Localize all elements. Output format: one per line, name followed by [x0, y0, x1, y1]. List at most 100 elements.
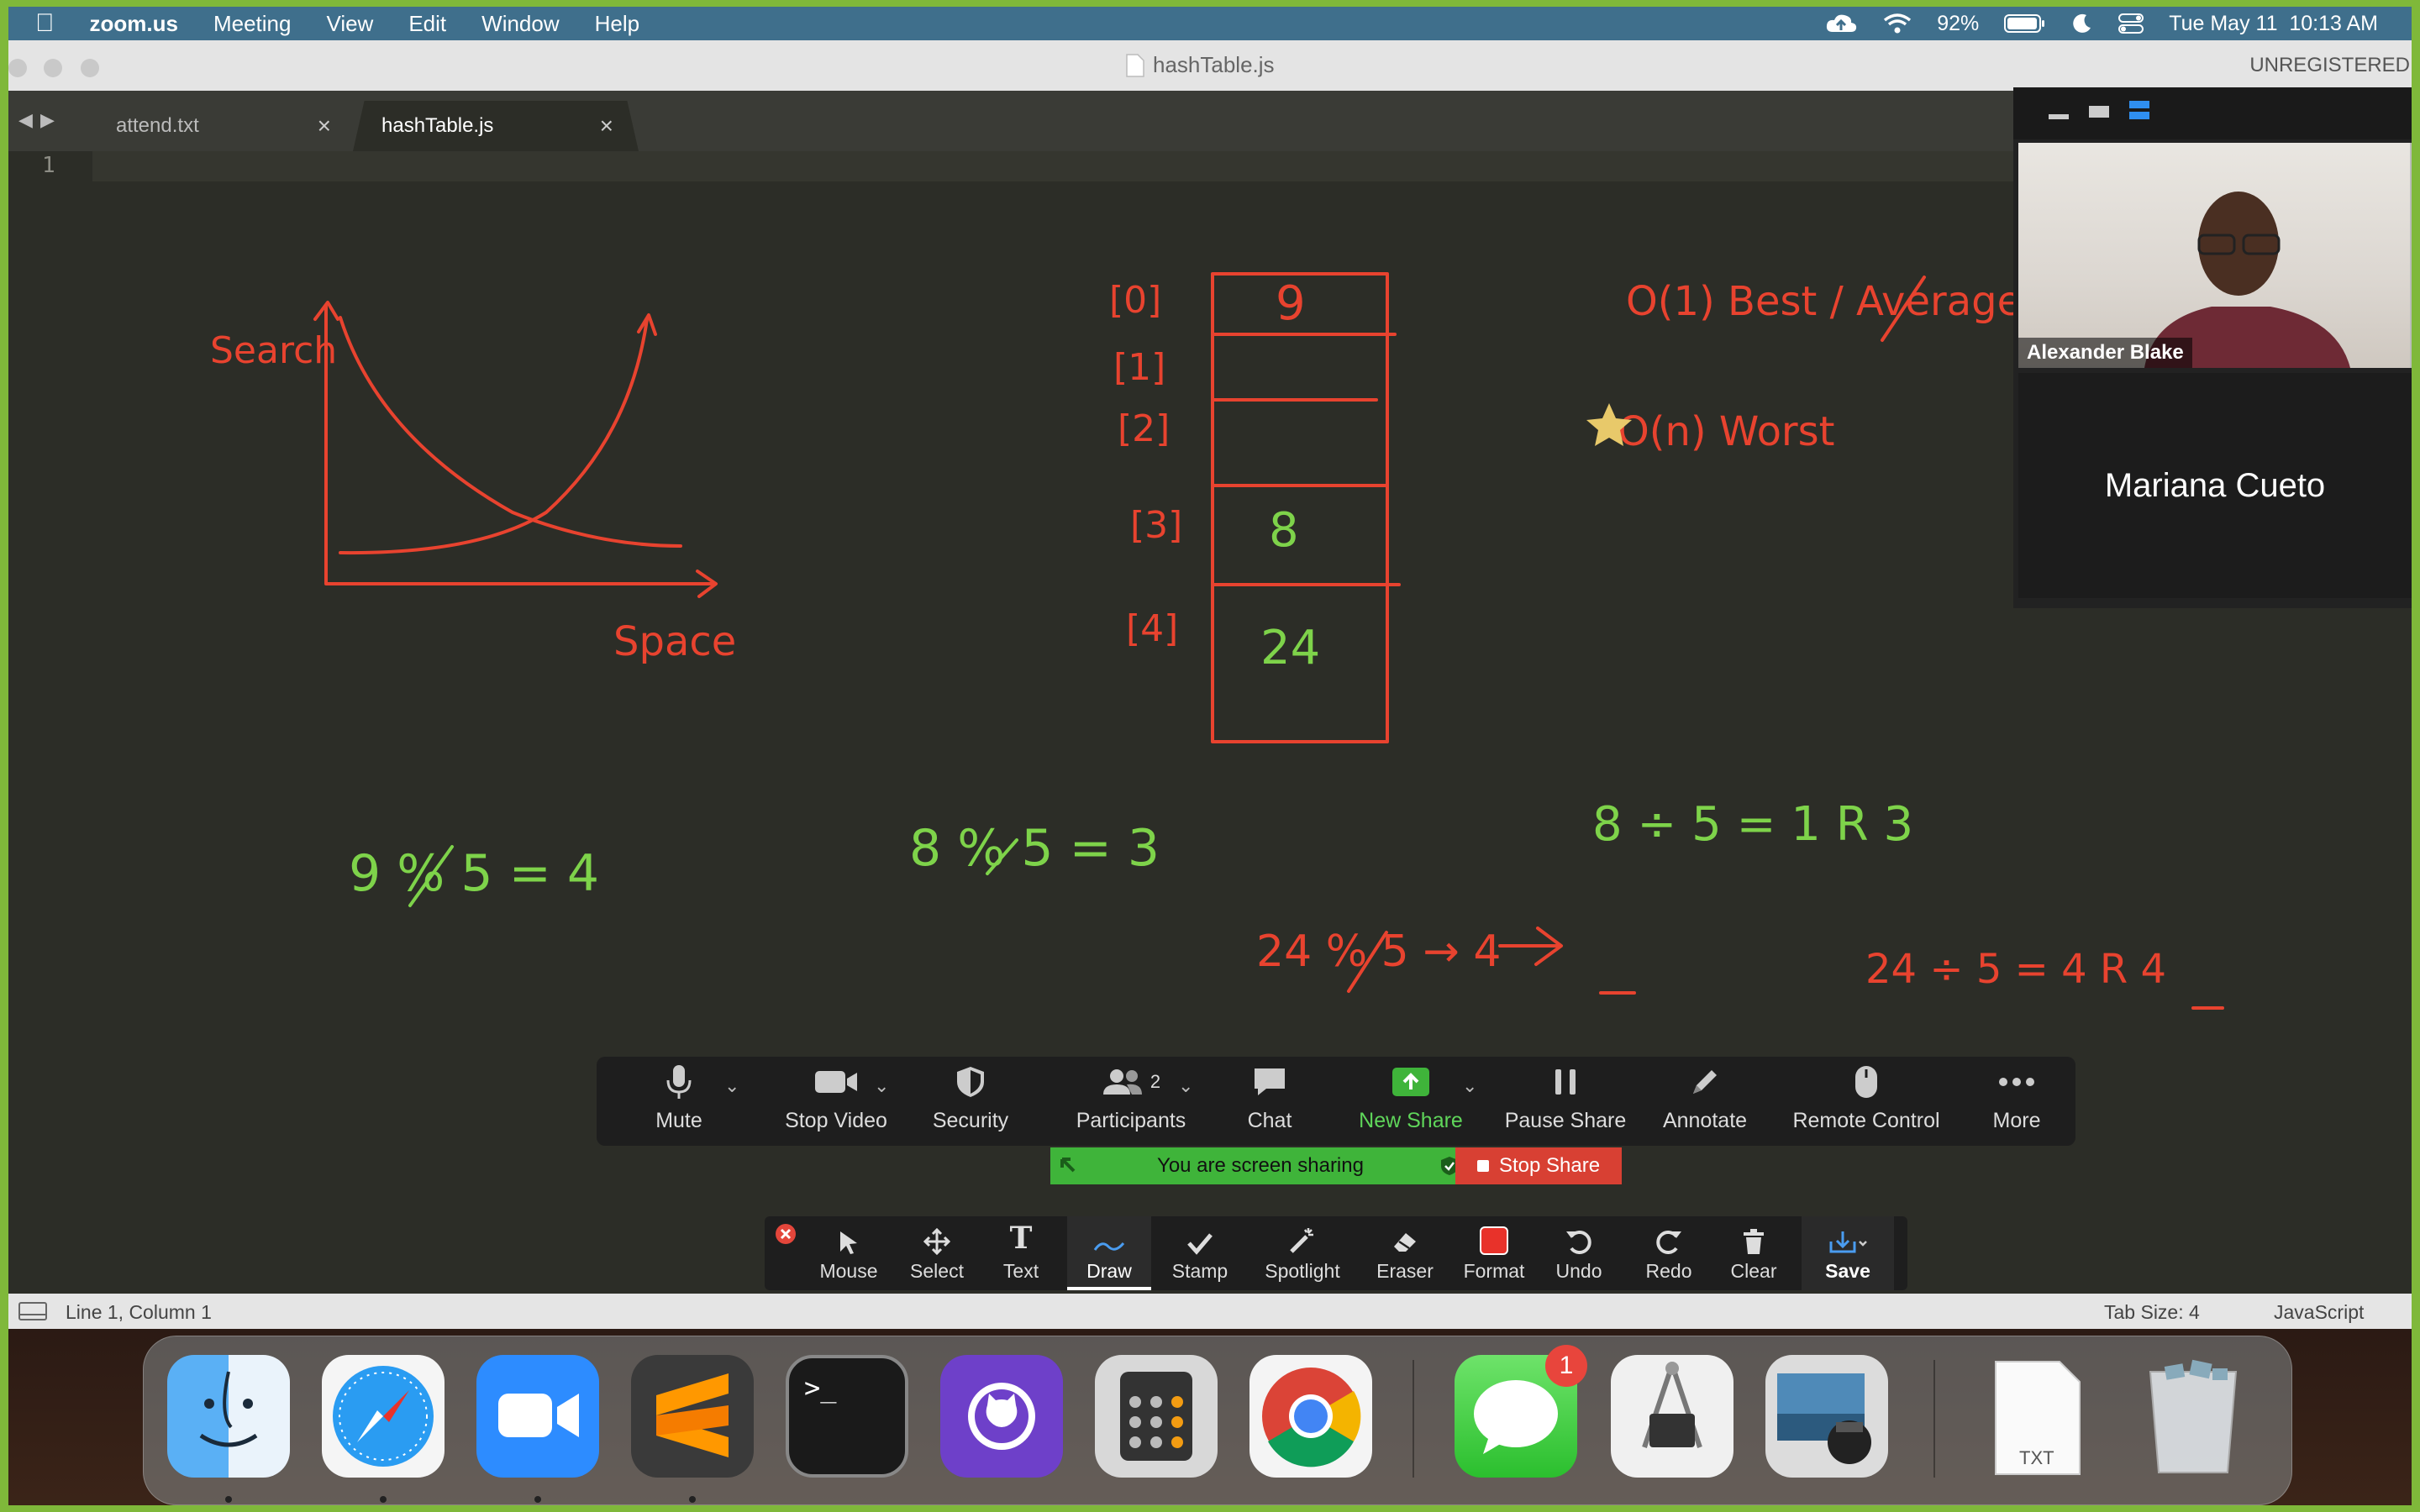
participants-button[interactable]: 2 Participants [1064, 1057, 1198, 1146]
stop-share-button[interactable]: Stop Share [1455, 1147, 1622, 1184]
participant-video-2[interactable]: Mariana Cueto [2018, 373, 2412, 598]
equation-5: 24 ÷ 5 = 4 R 4 [1865, 946, 2166, 993]
cloud-upload-icon[interactable] [1824, 12, 1858, 35]
menu-help[interactable]: Help [595, 11, 639, 37]
terminal-icon[interactable]: >_ [786, 1355, 908, 1478]
annotation-toolbar: Mouse Select T Text Draw Stamp Spotlight… [765, 1216, 1907, 1290]
chevron-up-icon[interactable]: ⌄ [1462, 1075, 1477, 1097]
chat-button[interactable]: Chat [1232, 1057, 1307, 1146]
remote-control-button[interactable]: Remote Control [1786, 1057, 1946, 1146]
editor-status-bar: Line 1, Column 1 Tab Size: 4 JavaScript [8, 1294, 2412, 1329]
undo-icon [1566, 1231, 1591, 1254]
wifi-icon[interactable] [1883, 13, 1912, 34]
preview-icon[interactable] [1765, 1355, 1888, 1478]
zoom-meeting-toolbar: Mute ⌄ Stop Video ⌄ Security 2 Participa… [597, 1057, 2075, 1146]
tab-label: attend.txt [116, 114, 199, 137]
text-tool-button[interactable]: T Text [983, 1216, 1059, 1290]
gallery-view-icon[interactable] [2129, 101, 2149, 119]
close-icon[interactable]: × [318, 113, 331, 139]
chevron-up-icon[interactable]: ⌄ [724, 1075, 739, 1097]
table-index-1: [1] [1113, 346, 1165, 389]
safari-icon[interactable] [322, 1355, 445, 1478]
document-icon [1126, 53, 1144, 77]
menu-view[interactable]: View [326, 11, 373, 37]
graph-axes [324, 305, 716, 585]
speaker-view-icon[interactable] [2089, 106, 2109, 118]
close-annotation-icon[interactable] [775, 1223, 797, 1245]
spotlight-tool-button[interactable]: Spotlight [1252, 1216, 1353, 1290]
zoom-icon[interactable] [476, 1355, 599, 1478]
apple-icon[interactable]:  [35, 9, 55, 38]
stop-video-button[interactable]: Stop Video [765, 1057, 908, 1146]
complexity-worst: O(n) Worst [1618, 408, 1835, 455]
more-button[interactable]: More [1983, 1057, 2050, 1146]
sublime-text-icon[interactable] [631, 1355, 754, 1478]
draw-squiggle-icon [1093, 1242, 1125, 1251]
trash-icon[interactable] [2132, 1355, 2254, 1478]
chevron-up-icon[interactable]: ⌄ [1178, 1075, 1193, 1097]
window-title-bar: hashTable.js UNREGISTERED [8, 40, 2412, 91]
participant-video-1[interactable]: Alexander Blake [2018, 143, 2412, 368]
table-index-3: [3] [1130, 504, 1182, 547]
table-value-4: 24 [1260, 621, 1320, 675]
zoom-window-button[interactable] [81, 59, 99, 77]
security-button[interactable]: Security [924, 1057, 1017, 1146]
forward-arrow-icon[interactable]: ▶ [40, 109, 55, 131]
chrome-icon[interactable] [1249, 1355, 1372, 1478]
system-information-icon[interactable] [1611, 1355, 1733, 1478]
new-share-button[interactable]: New Share [1356, 1057, 1465, 1146]
undo-button[interactable]: Undo [1541, 1216, 1617, 1290]
panel-toggle-icon[interactable] [18, 1302, 47, 1320]
select-tool-button[interactable]: Select [895, 1216, 979, 1290]
annotate-button[interactable]: Annotate [1659, 1057, 1751, 1146]
expand-arrow-icon[interactable] [1059, 1156, 1079, 1176]
back-arrow-icon[interactable]: ◀ [18, 109, 33, 131]
redo-button[interactable]: Redo [1627, 1216, 1711, 1290]
unregistered-label: UNREGISTERED [2249, 54, 2410, 76]
tab-hashtable-js[interactable]: hashTable.js × [353, 101, 639, 151]
stamp-tool-button[interactable]: Stamp [1158, 1216, 1242, 1290]
messages-icon[interactable]: 1 [1455, 1345, 1587, 1478]
video-panel[interactable]: Alexander Blake Mariana Cueto [2013, 87, 2412, 608]
menu-window[interactable]: Window [481, 11, 559, 37]
txt-document-icon[interactable]: TXT [1975, 1355, 2098, 1478]
screen-sharing-banner[interactable]: You are screen sharing [1050, 1147, 1470, 1184]
tab-size-selector[interactable]: Tab Size: 4 [2104, 1301, 2200, 1324]
draw-tool-button[interactable]: Draw [1067, 1216, 1151, 1290]
pause-share-button[interactable]: Pause Share [1494, 1057, 1637, 1146]
minimize-window-button[interactable] [44, 59, 62, 77]
format-tool-button[interactable]: Format [1452, 1216, 1536, 1290]
eraser-tool-button[interactable]: Eraser [1363, 1216, 1447, 1290]
graph-x-label: Space [613, 618, 736, 665]
finder-icon[interactable] [167, 1355, 290, 1478]
syntax-selector[interactable]: JavaScript [2274, 1301, 2364, 1324]
calculator-icon[interactable] [1095, 1355, 1218, 1478]
table-index-0: [0] [1109, 279, 1161, 322]
clear-button[interactable]: Clear [1716, 1216, 1791, 1290]
menu-app-name[interactable]: zoom.us [90, 11, 178, 37]
menu-meeting[interactable]: Meeting [213, 11, 292, 37]
table-value-0: 9 [1276, 276, 1306, 331]
minimize-icon[interactable] [2049, 114, 2069, 119]
save-button[interactable]: Save [1802, 1216, 1894, 1290]
table-index-2: [2] [1118, 407, 1170, 450]
menu-clock[interactable]: Tue May 11 10:13 AM [2169, 12, 2378, 36]
text-t-icon: T [1009, 1221, 1033, 1256]
mouse-tool-button[interactable]: Mouse [807, 1216, 891, 1290]
close-icon[interactable]: × [600, 113, 613, 139]
video-camera-icon [815, 1071, 857, 1093]
menu-edit[interactable]: Edit [408, 11, 446, 37]
chevron-up-icon[interactable]: ⌄ [874, 1075, 889, 1097]
arrow-stroke [1498, 927, 1563, 966]
github-desktop-icon[interactable] [940, 1355, 1063, 1478]
more-dots-icon [1999, 1078, 2034, 1086]
pause-icon [1555, 1069, 1576, 1095]
do-not-disturb-icon[interactable] [2071, 13, 2093, 34]
equation-3: 8 ÷ 5 = 1 R 3 [1592, 797, 1913, 852]
participant-avatar [2144, 143, 2412, 368]
tab-attend-txt[interactable]: attend.txt × [87, 101, 356, 151]
mute-button[interactable]: Mute [645, 1057, 713, 1146]
control-center-icon[interactable] [2118, 13, 2144, 34]
battery-icon[interactable] [2004, 13, 2046, 34]
close-window-button[interactable] [8, 59, 27, 77]
